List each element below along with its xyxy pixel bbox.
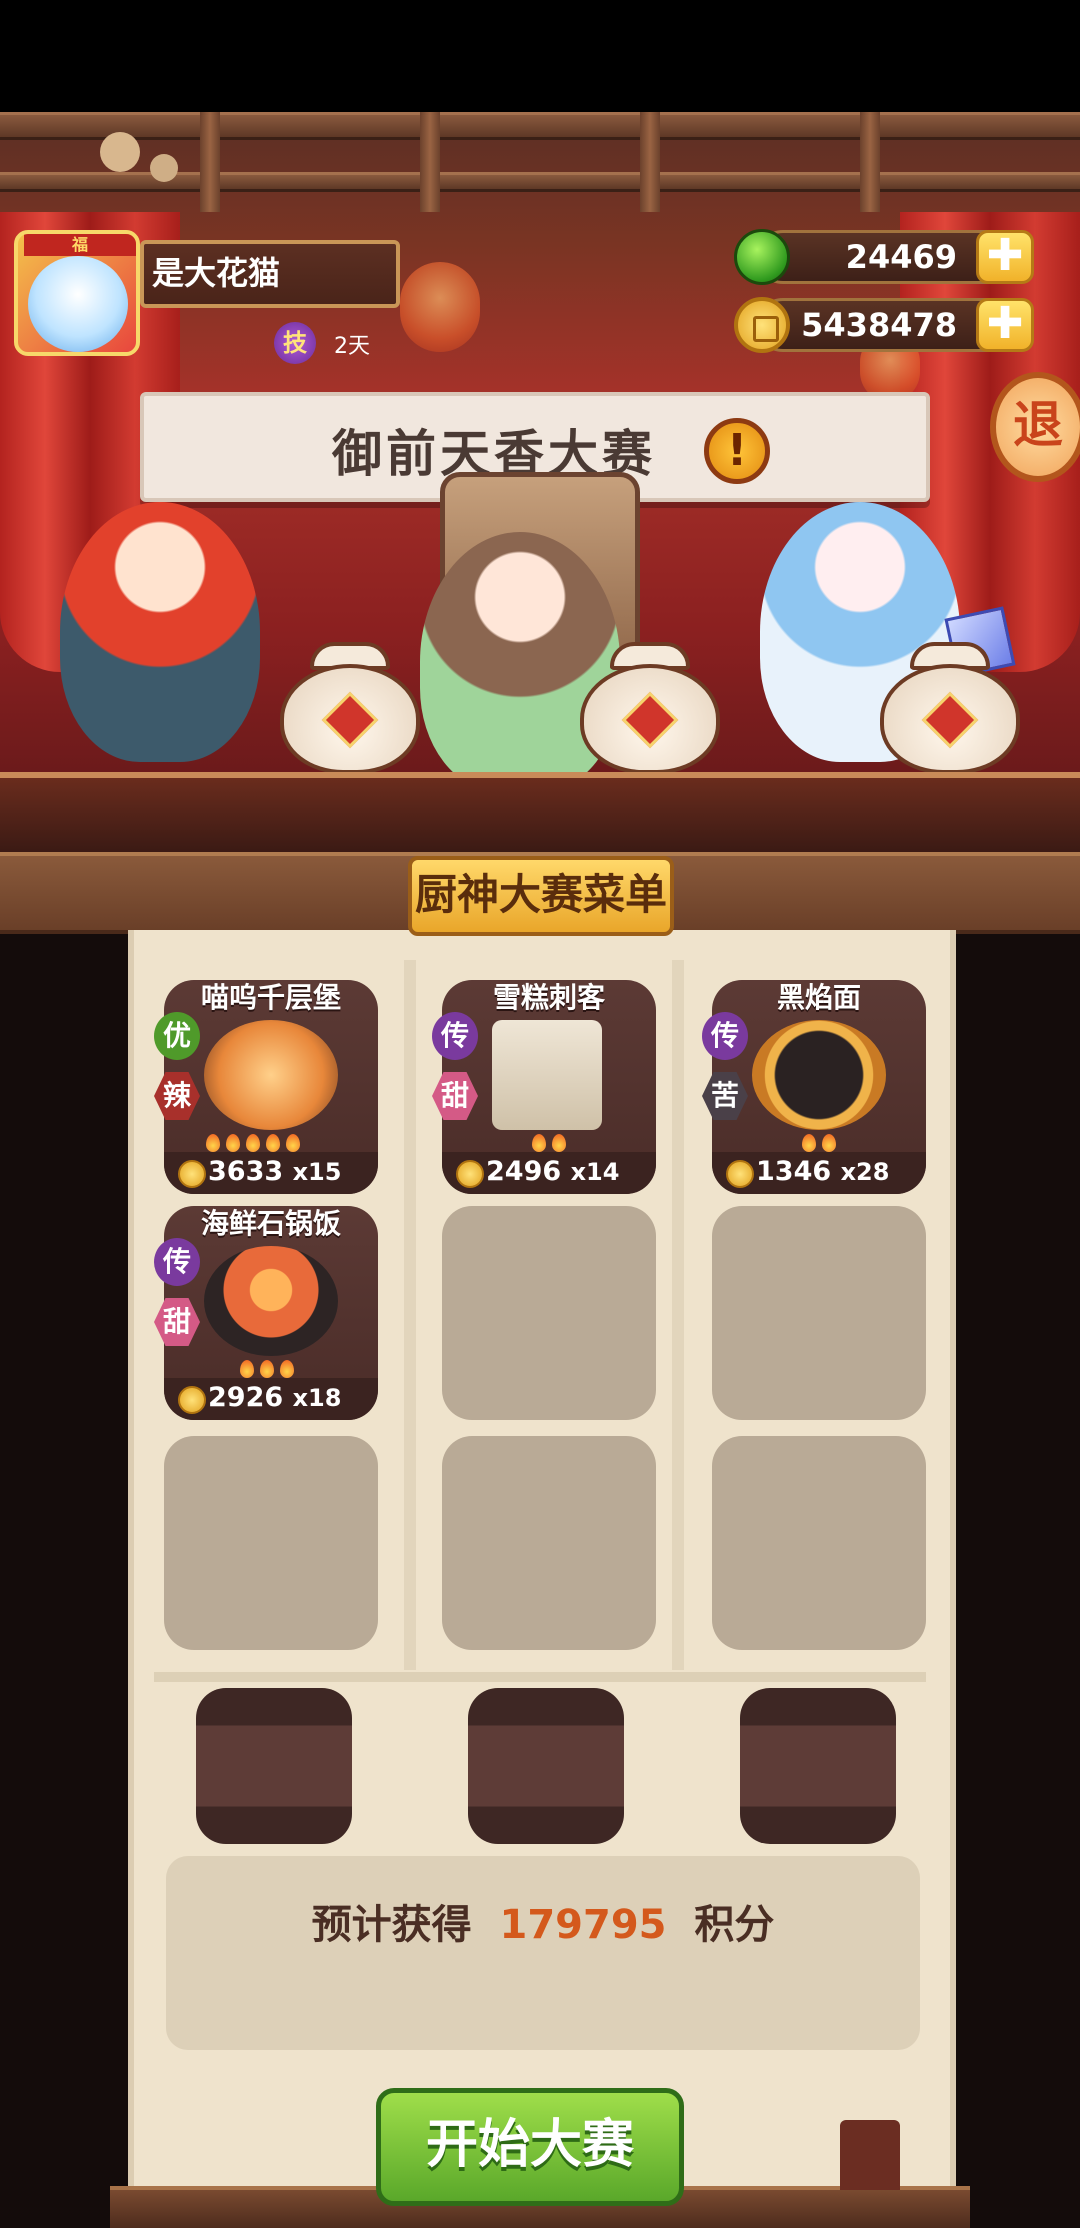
price-value: 2496	[486, 1156, 562, 1187]
roof-post	[640, 112, 660, 212]
fire-icon	[226, 1134, 240, 1152]
chef-slot[interactable]	[468, 1688, 624, 1844]
estimate-text: 预计获得 179795 积分	[166, 1892, 920, 1950]
quantity: x28	[840, 1158, 890, 1186]
jade-icon	[734, 229, 790, 285]
jade-amount: 24469	[845, 238, 957, 276]
skill-badge-icon[interactable]: 技	[274, 322, 316, 364]
rarity-badge: 传	[702, 1012, 748, 1060]
coin-icon	[734, 297, 790, 353]
divider	[154, 1672, 926, 1682]
empty-dish-slot[interactable]	[712, 1436, 926, 1650]
coin-icon	[178, 1160, 206, 1188]
add-coins-button[interactable]: ✚	[976, 298, 1034, 352]
claypot-rice-icon	[204, 1246, 338, 1356]
fire-icon	[552, 1134, 566, 1152]
dish-price: 1346 x28	[712, 1152, 926, 1194]
dish-card-black-flame-noodles[interactable]: 黑焰面 1346 x28	[712, 980, 926, 1194]
fire-icon	[286, 1134, 300, 1152]
heat-level	[240, 1360, 294, 1378]
fire-icon	[240, 1360, 254, 1378]
chef-character-fire[interactable]	[60, 502, 260, 762]
player-avatar[interactable]: 福	[14, 230, 140, 356]
fire-icon	[206, 1134, 220, 1152]
rarity-badge: 优	[154, 1012, 200, 1060]
estimate-suffix: 积分	[694, 1902, 775, 1948]
empty-dish-slot[interactable]	[442, 1436, 656, 1650]
menu-title: 厨神大赛菜单	[408, 856, 674, 936]
lantern-icon	[400, 262, 480, 352]
coin-icon	[726, 1160, 754, 1188]
fire-icon	[280, 1360, 294, 1378]
dish-name: 喵呜千层堡	[200, 981, 341, 1014]
fire-icon	[822, 1134, 836, 1152]
knife-holder-icon	[840, 2120, 900, 2190]
empty-dish-slot[interactable]	[712, 1206, 926, 1420]
price-value: 1346	[756, 1156, 832, 1187]
add-jade-button[interactable]: ✚	[976, 230, 1034, 284]
empty-dish-slot[interactable]	[164, 1436, 378, 1650]
fire-icon	[266, 1134, 280, 1152]
stage-floor	[0, 772, 1080, 852]
dish-price: 2496 x14	[442, 1152, 656, 1194]
roof-post	[420, 112, 440, 212]
black-noodles-icon	[752, 1020, 886, 1130]
fire-icon	[532, 1134, 546, 1152]
roof-beam	[0, 112, 1080, 140]
column-divider	[404, 960, 416, 1670]
exit-button[interactable]: 退	[990, 372, 1080, 482]
dish-card-ice-cream-assassin[interactable]: 雪糕刺客 2496 x14	[442, 980, 656, 1194]
chick-ornament-icon	[100, 132, 140, 172]
fire-icon	[246, 1134, 260, 1152]
roof-post	[200, 112, 220, 212]
dish-name: 黑焰面	[776, 981, 861, 1014]
popsicle-package-icon	[492, 1020, 602, 1130]
burger-icon	[204, 1020, 338, 1130]
rarity-badge: 传	[154, 1238, 200, 1286]
coin-icon	[456, 1160, 484, 1188]
dish-name: 雪糕刺客	[492, 981, 605, 1014]
roof-post	[860, 112, 880, 212]
stage-scene: 御前天香大赛 !	[0, 112, 1080, 852]
player-name: 是大花猫	[140, 240, 400, 308]
coin-amount: 5438478	[801, 306, 957, 344]
coin-icon	[178, 1386, 206, 1414]
avatar-portrait	[28, 256, 128, 352]
estimate-panel: 预计获得 179795 积分	[166, 1856, 920, 2050]
quantity: x15	[292, 1158, 342, 1186]
heat-level	[532, 1134, 566, 1152]
quantity: x14	[570, 1158, 620, 1186]
price-value: 3633	[208, 1156, 284, 1187]
start-competition-button[interactable]: 开始大赛	[376, 2088, 684, 2206]
dish-card-miaowu-burger[interactable]: 喵呜千层堡 3633 x15	[164, 980, 378, 1194]
heat-level	[206, 1134, 300, 1152]
column-divider	[672, 960, 684, 1670]
dish-card-seafood-claypot-rice[interactable]: 海鲜石锅饭 2926 x18	[164, 1206, 378, 1420]
avatar-frame-tag: 福	[24, 234, 136, 256]
chick-ornament-icon	[150, 154, 178, 182]
dish-price: 2926 x18	[164, 1378, 378, 1420]
chef-character-jade[interactable]	[420, 532, 620, 792]
chef-slot[interactable]	[740, 1688, 896, 1844]
dish-name: 海鲜石锅饭	[200, 1207, 341, 1240]
status-bar	[0, 0, 1080, 112]
price-value: 2926	[208, 1382, 284, 1413]
alert-icon[interactable]: !	[704, 418, 770, 484]
fire-icon	[802, 1134, 816, 1152]
estimate-prefix: 预计获得	[311, 1902, 472, 1948]
skill-duration: 2天	[334, 334, 370, 359]
quantity: x18	[292, 1384, 342, 1412]
heat-level	[802, 1134, 836, 1152]
estimate-points: 179795	[499, 1902, 667, 1948]
chef-slot[interactable]	[196, 1688, 352, 1844]
empty-dish-slot[interactable]	[442, 1206, 656, 1420]
dish-price: 3633 x15	[164, 1152, 378, 1194]
fire-icon	[260, 1360, 274, 1378]
rarity-badge: 传	[432, 1012, 478, 1060]
